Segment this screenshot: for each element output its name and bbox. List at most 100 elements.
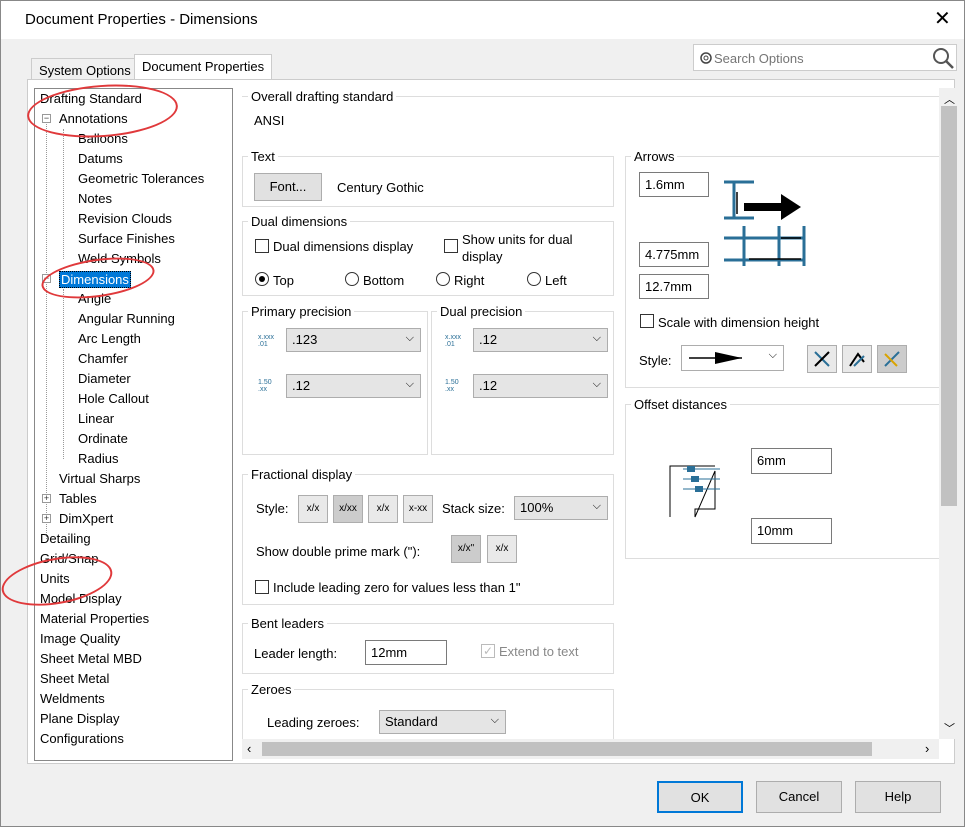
scroll-down-icon[interactable]: ﹀ [944,720,955,736]
radio-left[interactable] [527,272,541,286]
tree-item-hole-callout[interactable]: Hole Callout [78,391,149,406]
tree-item-datums[interactable]: Datums [78,151,123,166]
leading-zeroes-select[interactable]: Standard ⌵ [379,710,506,734]
filled-arrow-icon [689,352,742,364]
tree-item-tables[interactable]: Tables [59,491,97,506]
tree-item-weldments[interactable]: Weldments [40,691,105,706]
leading-zero-checkbox[interactable] [255,580,269,594]
tree-item-configurations[interactable]: Configurations [40,731,124,746]
vertical-scrollbar[interactable]: ︿ ﹀ [939,88,959,739]
primary-tolerance-select[interactable]: .12 ⌵ [286,374,421,398]
cancel-button[interactable]: Cancel [756,781,842,813]
extend-to-text-checkbox[interactable]: ✓ [481,644,495,658]
dual-tolerance-select[interactable]: .12 ⌵ [473,374,608,398]
primary-tolerance-icon: 1.50 .xx [258,379,272,393]
scale-with-height-checkbox[interactable] [640,314,654,328]
dual-display-checkbox[interactable] [255,239,269,253]
tree-item-revision-clouds[interactable]: Revision Clouds [78,211,172,226]
scroll-right-icon[interactable]: › [925,741,929,756]
dual-precision-icon: x.xxx .01 [445,334,461,348]
fraction-style-4-icon[interactable]: x-xx [403,495,433,523]
vertical-scroll-thumb[interactable] [941,106,957,506]
stack-size-select[interactable]: 100% ⌵ [514,496,608,520]
tab-document-properties[interactable]: Document Properties [134,54,273,80]
arrow-diagram-icon [724,180,806,266]
tree-item-sheet-metal[interactable]: Sheet Metal [40,671,109,686]
dual-display-label: Dual dimensions display [273,239,414,254]
tree-item-dimxpert[interactable]: DimXpert [59,511,113,526]
offset-input-2[interactable]: 10mm [751,518,832,544]
arrows-title: Arrows [631,149,678,164]
window-title: Document Properties - Dimensions [25,11,258,28]
scroll-up-icon[interactable]: ︿ [944,91,955,107]
overall-title: Overall drafting standard [248,89,397,104]
tree-item-sheet-metal-mbd[interactable]: Sheet Metal MBD [40,651,142,666]
radio-right[interactable] [436,272,450,286]
search-input[interactable] [714,48,924,68]
scroll-left-icon[interactable]: ‹ [247,741,251,756]
tree-item-material-properties[interactable]: Material Properties [40,611,149,626]
leader-length-input[interactable]: 12mm [365,640,447,665]
radio-top-label: Top [273,273,294,288]
offset-diagram-icon [669,465,720,518]
primary-precision-select[interactable]: .123 ⌵ [286,328,421,352]
arrows-outside-icon[interactable] [842,345,872,373]
double-prime-off-icon[interactable]: x/x [487,535,517,563]
fraction-style-3-icon[interactable]: x/x [368,495,398,523]
expand-dimxpert-icon[interactable]: + [42,514,51,523]
tree-item-diameter[interactable]: Diameter [78,371,131,386]
stack-size-label: Stack size: [442,501,505,516]
tree-item-linear[interactable]: Linear [78,411,114,426]
gear-icon [700,52,712,64]
offset-input-1[interactable]: 6mm [751,448,832,474]
arrow-size-input-3[interactable]: 12.7mm [639,274,709,299]
fractional-title: Fractional display [248,467,356,482]
fractional-style-label: Style: [256,501,289,516]
dialog-window: Document Properties - Dimensions ✕ Syste… [0,0,965,827]
ok-button[interactable]: OK [657,781,743,813]
arrows-smart-icon[interactable] [877,345,907,373]
arrows-inside-icon[interactable] [807,345,837,373]
tree-item-notes[interactable]: Notes [78,191,112,206]
tree-item-plane-display[interactable]: Plane Display [40,711,120,726]
tree-item-chamfer[interactable]: Chamfer [78,351,128,366]
show-units-checkbox[interactable] [444,239,458,253]
zeroes-title: Zeroes [248,682,295,697]
search-icon[interactable] [932,47,954,69]
tree-item-radius[interactable]: Radius [78,451,118,466]
radio-top[interactable] [255,272,269,286]
tree-item-ordinate[interactable]: Ordinate [78,431,128,446]
dualprec-title: Dual precision [437,304,526,319]
search-box[interactable] [693,44,957,71]
tree-item-arc-length[interactable]: Arc Length [78,331,141,346]
radio-bottom-label: Bottom [363,273,405,288]
tree-item-angular-running[interactable]: Angular Running [78,311,175,326]
horizontal-scrollbar[interactable]: ‹ › [242,739,939,759]
tab-system-options[interactable]: System Options [31,58,139,81]
fraction-style-1-icon[interactable]: x/x [298,495,328,523]
leader-length-label: Leader length: [254,646,338,661]
primary-title: Primary precision [248,304,355,319]
horizontal-scroll-thumb[interactable] [262,742,872,756]
offset-title: Offset distances [631,397,730,412]
tree-item-surface-finishes[interactable]: Surface Finishes [78,231,175,246]
tree-item-virtual-sharps[interactable]: Virtual Sharps [59,471,140,486]
tree-item-geometric-tolerances[interactable]: Geometric Tolerances [78,171,204,186]
fraction-style-2-icon[interactable]: x/xx [333,495,363,523]
expand-tables-icon[interactable]: + [42,494,51,503]
double-prime-on-icon[interactable]: x/x" [451,535,481,563]
help-button[interactable]: Help [855,781,941,813]
tree-item-image-quality[interactable]: Image Quality [40,631,120,646]
text-title: Text [248,149,278,164]
bent-title: Bent leaders [248,616,327,631]
dual-title: Dual dimensions [248,214,351,229]
arrow-style-select[interactable]: ⌵ [681,345,784,371]
tree-item-detailing[interactable]: Detailing [40,531,91,546]
radio-right-label: Right [454,273,485,288]
dual-precision-select[interactable]: .12 ⌵ [473,328,608,352]
arrow-size-input-1[interactable]: 1.6mm [639,172,709,197]
close-icon[interactable]: ✕ [934,9,951,29]
arrow-size-input-2[interactable]: 4.775mm [639,242,709,267]
radio-bottom[interactable] [345,272,359,286]
font-button[interactable]: Font... [254,173,322,201]
